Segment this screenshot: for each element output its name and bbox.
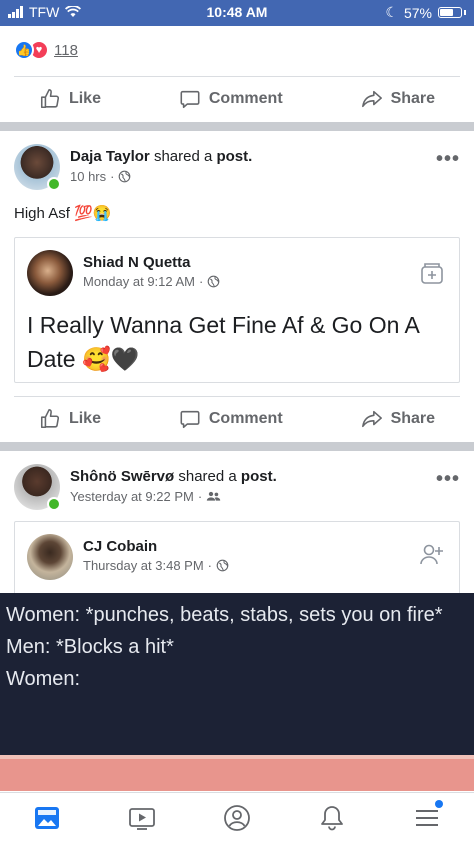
more-options-icon[interactable]: •••: [436, 148, 460, 171]
shared-post-time[interactable]: Thursday at 3:48 PM: [83, 558, 204, 573]
bell-icon: [320, 805, 343, 830]
reaction-count[interactable]: 118: [54, 42, 78, 59]
meme-line: Women:: [6, 668, 81, 690]
meme-image[interactable]: Women: *punches, beats, stabs, sets you …: [0, 593, 474, 791]
post-text: High Asf 💯😭: [14, 205, 112, 222]
post-separator: [0, 442, 474, 451]
post-link[interactable]: post.: [241, 468, 277, 485]
shared-post-card[interactable]: CJ Cobain Thursday at 3:48 PM ·: [14, 521, 460, 601]
tab-watch[interactable]: [122, 798, 162, 838]
comment-button[interactable]: Comment: [179, 88, 283, 110]
watch-icon: [129, 807, 156, 830]
notification-dot: [434, 799, 443, 808]
online-indicator: [47, 177, 61, 191]
comment-button[interactable]: Comment: [179, 408, 283, 430]
thumbs-up-icon: [40, 409, 59, 429]
globe-icon: [208, 275, 220, 288]
online-indicator: [47, 497, 61, 511]
meme-line: Men: *Blocks a hit*: [6, 636, 174, 658]
more-options-icon[interactable]: •••: [436, 468, 460, 491]
comment-icon: [180, 90, 200, 109]
share-icon: [361, 410, 382, 428]
shared-author-avatar[interactable]: [27, 250, 73, 296]
action-bar: Like Comment Share: [0, 76, 474, 122]
reaction-summary[interactable]: 👍 ♥ 118: [14, 40, 78, 60]
shared-author-avatar[interactable]: [27, 534, 73, 580]
post-link[interactable]: post.: [216, 148, 252, 165]
save-post-icon[interactable]: [419, 260, 445, 286]
meme-line: Women: *punches, beats, stabs, sets you …: [6, 604, 443, 626]
action-bar: Like Comment Share: [0, 396, 474, 442]
share-button[interactable]: Share: [361, 408, 435, 430]
tab-notifications[interactable]: [312, 798, 352, 838]
shared-post-card[interactable]: Shiad N Quetta Monday at 9:12 AM · I Rea…: [14, 237, 460, 383]
meme-photo-strip: [0, 755, 474, 791]
globe-icon: [216, 559, 229, 572]
thumbs-up-icon: [40, 89, 59, 109]
moon-icon: ☾: [385, 4, 398, 20]
friends-icon: [207, 491, 221, 501]
post-header: Daja Taylor shared a post. 10 hrs ·: [14, 144, 252, 191]
bottom-tab-bar: [0, 792, 474, 842]
like-button[interactable]: Like: [39, 88, 101, 110]
shared-post-text: I Really Wanna Get Fine Af & Go On A Dat…: [27, 312, 419, 372]
add-friend-icon[interactable]: [419, 542, 445, 568]
author-name[interactable]: Daja Taylor: [70, 148, 150, 165]
battery-icon: [438, 7, 462, 18]
shared-author-name[interactable]: CJ Cobain: [83, 538, 229, 555]
tab-menu[interactable]: [407, 798, 447, 838]
post-separator: [0, 122, 474, 131]
profile-icon: [224, 804, 250, 831]
status-bar: TFW 10:48 AM ☾ 57%: [0, 0, 474, 26]
avatar[interactable]: [14, 144, 61, 191]
shared-post-time[interactable]: Monday at 9:12 AM: [83, 274, 195, 289]
globe-icon: [119, 170, 131, 183]
shared-author-name[interactable]: Shiad N Quetta: [83, 254, 220, 271]
author-name[interactable]: Shônö Swērvø: [70, 468, 174, 485]
share-button[interactable]: Share: [361, 88, 435, 110]
tab-news-feed[interactable]: [27, 798, 67, 838]
menu-icon: [415, 809, 438, 826]
post-time[interactable]: Yesterday at 9:22 PM: [70, 489, 194, 504]
comment-icon: [180, 410, 200, 429]
post-time[interactable]: 10 hrs: [70, 169, 106, 184]
tab-profile[interactable]: [217, 798, 257, 838]
share-icon: [361, 90, 382, 108]
avatar[interactable]: [14, 464, 61, 511]
like-button[interactable]: Like: [39, 408, 101, 430]
news-feed-icon: [35, 806, 60, 829]
battery-percent: 57%: [403, 4, 432, 21]
like-reaction-icon: 👍: [14, 40, 34, 60]
post-header: Shônö Swērvø shared a post. Yesterday at…: [14, 464, 277, 511]
